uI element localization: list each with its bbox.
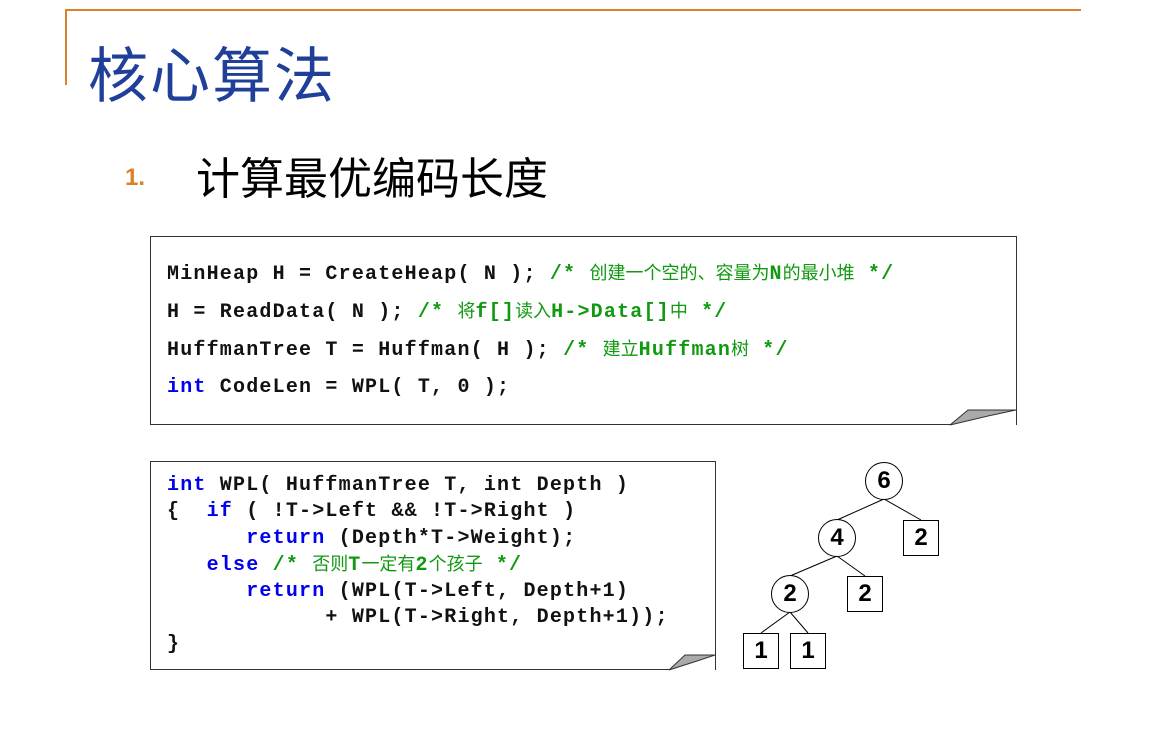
tree-edge <box>760 611 791 634</box>
tree-edge <box>789 611 809 634</box>
tree-edges <box>760 498 922 634</box>
tree-edge <box>836 498 885 521</box>
tree-node-circle: 2 <box>771 575 809 613</box>
tree-edge <box>836 555 866 577</box>
tree-node-box: 1 <box>790 633 826 669</box>
tree-node-box: 1 <box>743 633 779 669</box>
tree-node-box: 2 <box>847 576 883 612</box>
tree-edge <box>789 555 838 577</box>
tree-node-circle: 6 <box>865 462 903 500</box>
tree-node-box: 2 <box>903 520 939 556</box>
tree-edge <box>883 498 922 521</box>
tree-node-circle: 4 <box>818 519 856 557</box>
